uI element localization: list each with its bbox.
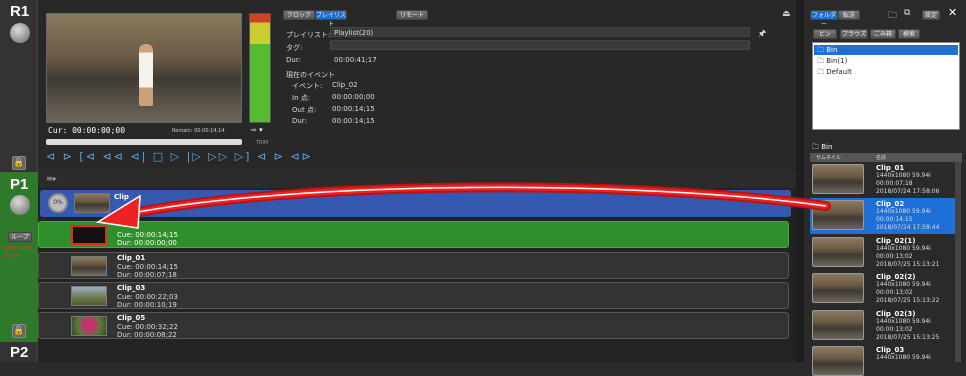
drag-arrowhead xyxy=(95,194,141,229)
drag-arrow xyxy=(95,182,831,229)
